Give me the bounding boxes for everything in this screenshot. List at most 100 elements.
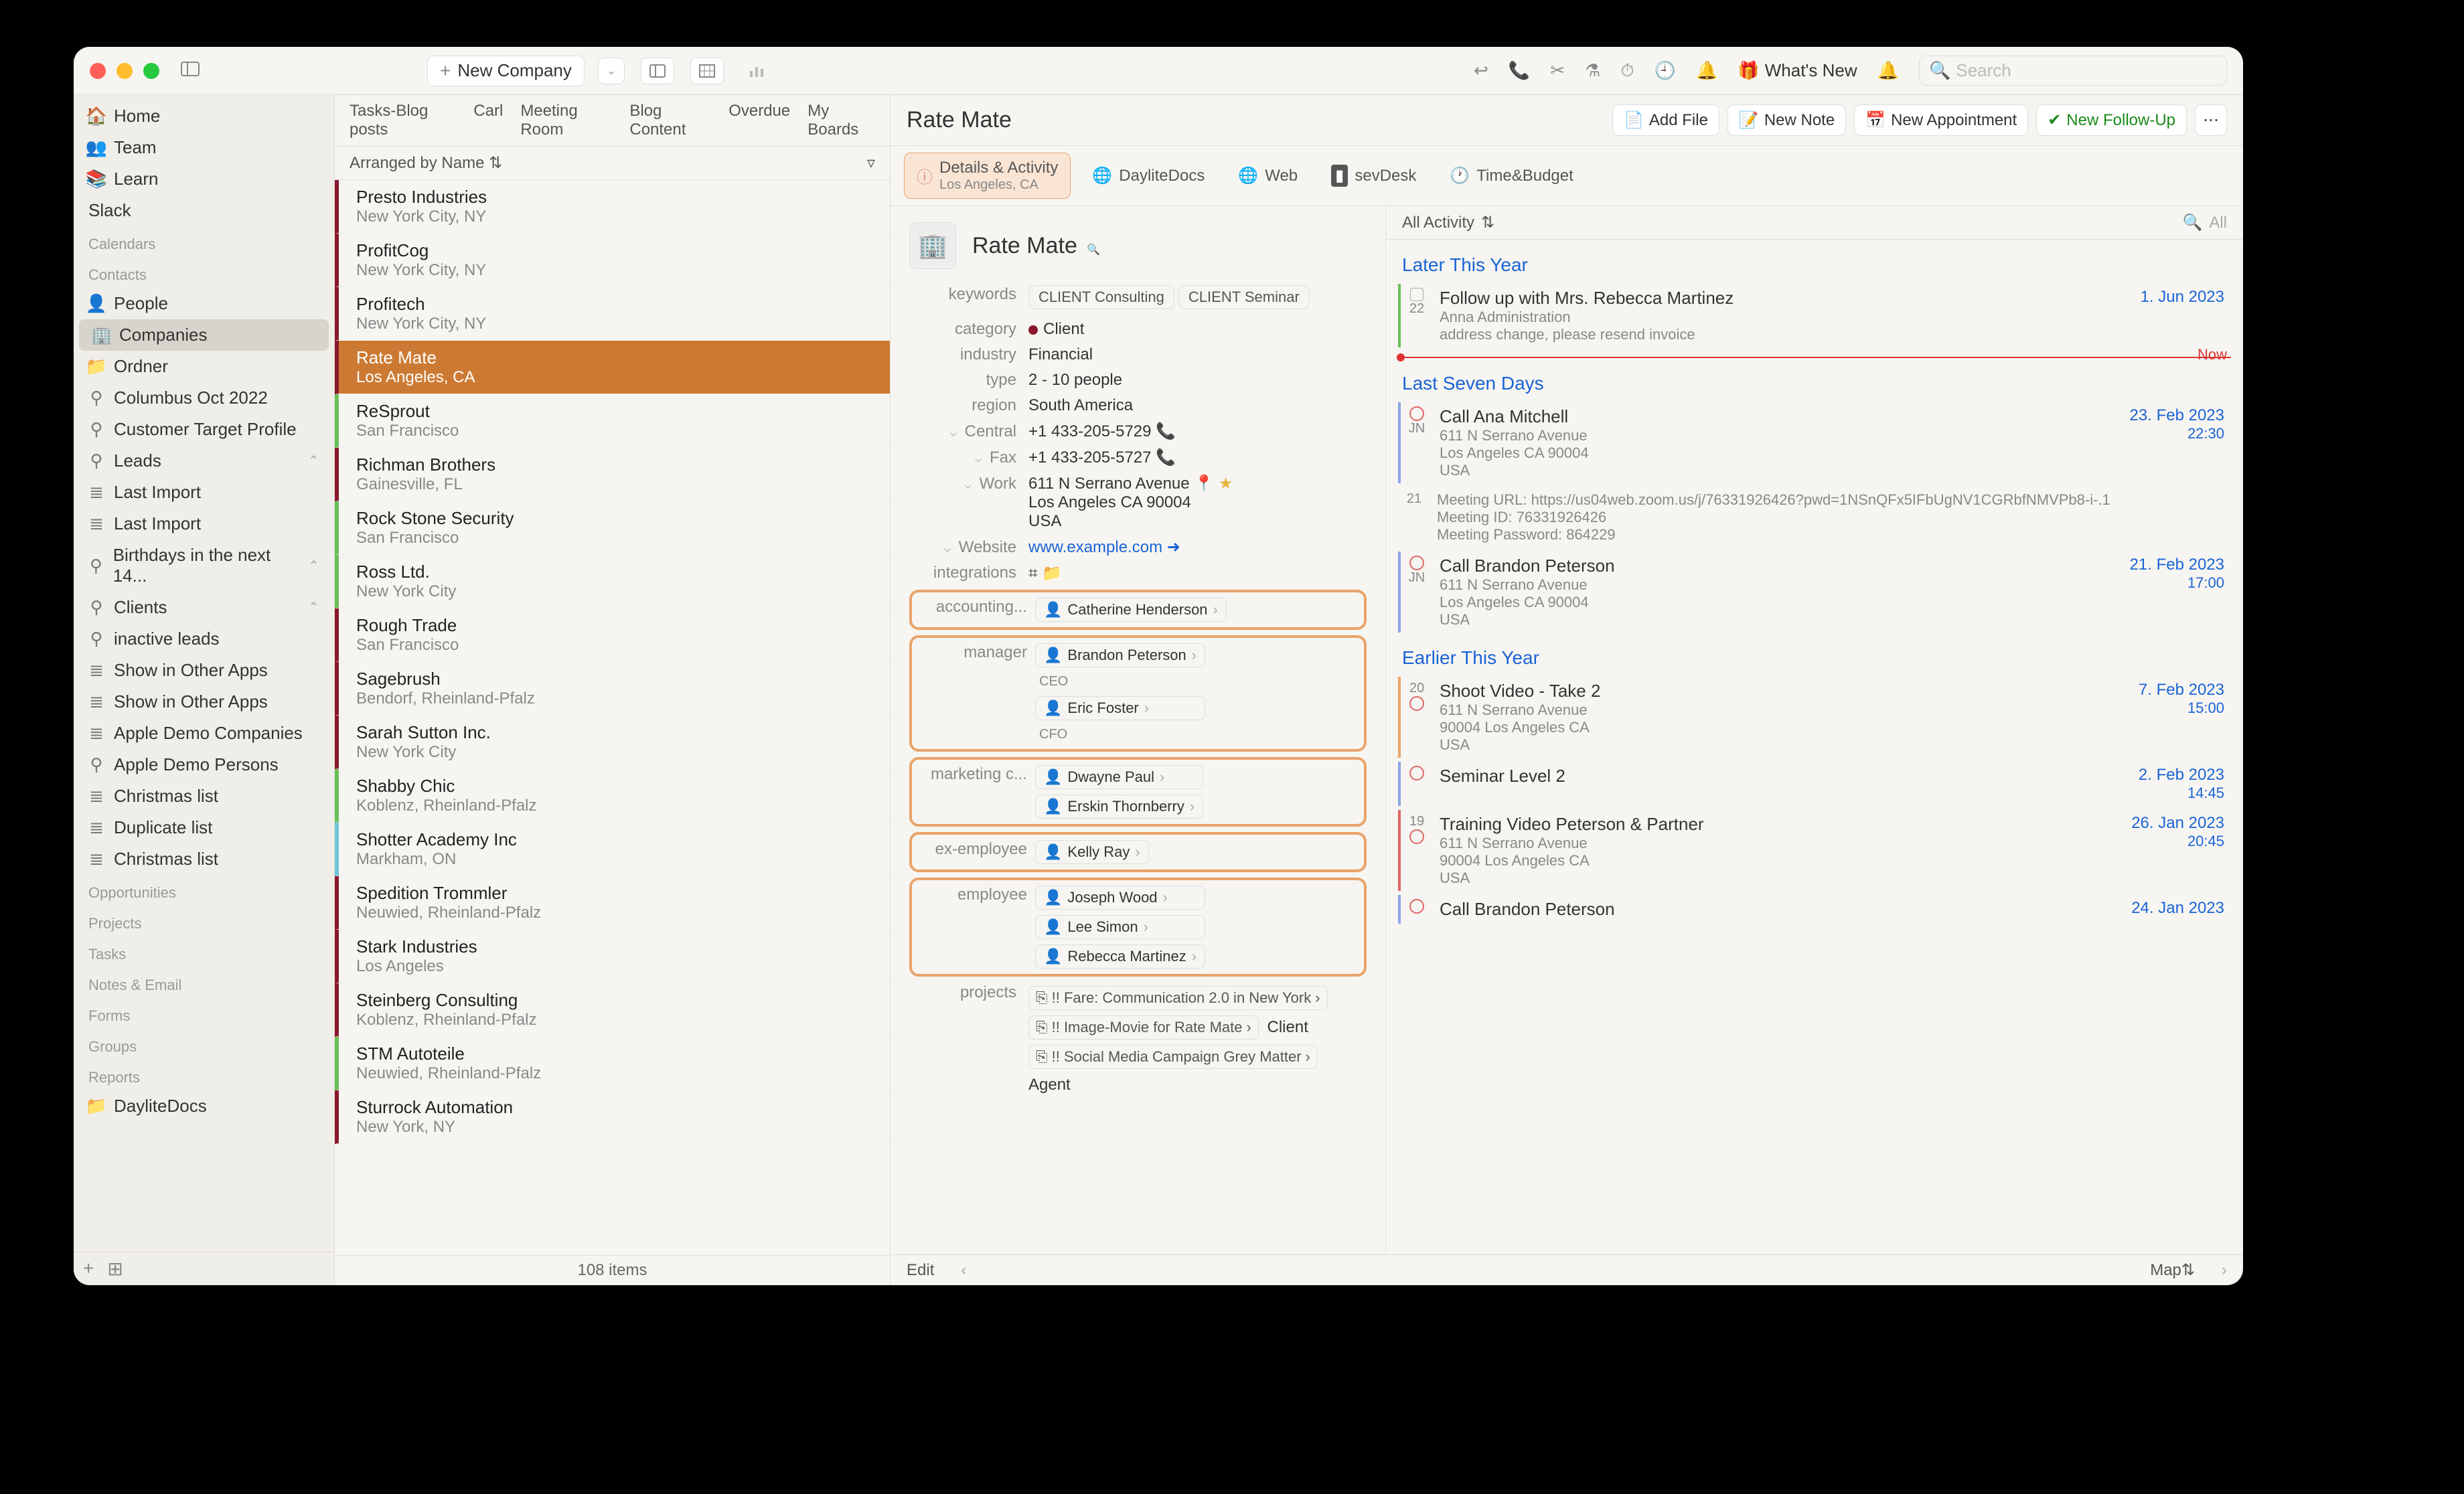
company-row[interactable]: Sturrock AutomationNew York, NY: [335, 1090, 890, 1144]
sidebar-item-companies[interactable]: 🏢Companies: [79, 319, 329, 351]
project-chip[interactable]: ⎘ !! Image-Movie for Rate Mate ›: [1028, 1015, 1259, 1040]
zoom-icon[interactable]: [143, 63, 159, 79]
company-row[interactable]: Stark IndustriesLos Angeles: [335, 930, 890, 983]
project-chip[interactable]: ⎘ !! Social Media Campaign Grey Matter ›: [1028, 1045, 1318, 1069]
person-chip[interactable]: 👤 Kelly Ray ›: [1035, 840, 1149, 864]
new-followup-button[interactable]: ✔New Follow-Up: [2036, 104, 2187, 136]
person-chip[interactable]: 👤 Joseph Wood ›: [1035, 886, 1205, 910]
map-toggle[interactable]: Map: [2150, 1261, 2181, 1280]
search-icon[interactable]: 🔍: [1087, 244, 1100, 256]
list-tab[interactable]: Blog Content: [629, 102, 711, 139]
sidebar-item-inactive[interactable]: ⚲inactive leads: [74, 623, 334, 655]
company-row[interactable]: STM AutoteileNeuwied, Rheinland-Pfalz: [335, 1037, 890, 1090]
person-chip[interactable]: 👤 Lee Simon ›: [1035, 915, 1205, 939]
sidebar-item-team[interactable]: 👥Team: [74, 132, 334, 163]
sidebar-item-dup[interactable]: ≣Duplicate list: [74, 812, 334, 843]
arranged-header[interactable]: Arranged by Name ⇅ ▿: [335, 147, 890, 180]
phone-icon[interactable]: 📞: [1156, 422, 1176, 440]
person-chip[interactable]: 👤 Brandon Peterson ›: [1035, 643, 1205, 667]
more-button[interactable]: ⋯: [2195, 104, 2227, 136]
view-table-icon[interactable]: [690, 58, 724, 84]
sidebar-head-tasks[interactable]: Tasks: [74, 936, 334, 967]
website-link[interactable]: www.example.com: [1028, 538, 1162, 556]
search-input[interactable]: 🔍 Search: [1919, 56, 2227, 86]
activity-item[interactable]: 20 Shoot Video - Take 2611 N Serrano Ave…: [1398, 677, 2231, 758]
sidebar-head-contacts[interactable]: Contacts: [74, 257, 334, 288]
tab-daylitedocs[interactable]: 🌐DayliteDocs: [1080, 153, 1217, 199]
activity-item[interactable]: 19 Training Video Peterson & Partner611 …: [1398, 810, 2231, 891]
back-icon[interactable]: ‹: [961, 1261, 966, 1280]
company-row[interactable]: Rough TradeSan Francisco: [335, 608, 890, 662]
activity-item[interactable]: Call Brandon Peterson 24. Jan 2023: [1398, 895, 2231, 924]
tab-timebudget[interactable]: 🕐Time&Budget: [1438, 153, 1585, 199]
sidebar-head-groups[interactable]: Groups: [74, 1029, 334, 1060]
tab-details[interactable]: ⓘ Details & ActivityLos Angeles, CA: [904, 153, 1071, 199]
chevron-down-icon[interactable]: ⇅: [1481, 213, 1494, 232]
sidebar-head-opportunities[interactable]: Opportunities: [74, 875, 334, 906]
list-tab[interactable]: Meeting Room: [520, 102, 612, 139]
sidebar-head-projects[interactable]: Projects: [74, 906, 334, 936]
bell-outline-icon[interactable]: 🔔: [1696, 60, 1717, 81]
open-icon[interactable]: ➜: [1167, 538, 1180, 556]
sidebar-item-applepers[interactable]: ⚲Apple Demo Persons: [74, 749, 334, 780]
checkbox-icon[interactable]: [1410, 288, 1423, 301]
company-row[interactable]: Shabby ChicKoblenz, Rheinland-Pfalz: [335, 769, 890, 823]
company-row[interactable]: Ross Ltd.New York City: [335, 555, 890, 608]
tab-web[interactable]: 🌐Web: [1226, 153, 1310, 199]
sidebar-item-xmas2[interactable]: ≣Christmas list: [74, 843, 334, 875]
sidebar-item-showother1[interactable]: ≣Show in Other Apps: [74, 655, 334, 686]
person-chip[interactable]: 👤 Dwayne Paul ›: [1035, 765, 1203, 789]
edit-button[interactable]: Edit: [907, 1261, 934, 1280]
sidebar-item-home[interactable]: 🏠Home: [74, 100, 334, 132]
list-tab[interactable]: My Boards: [807, 102, 875, 139]
view-card-icon[interactable]: [641, 58, 674, 84]
company-row[interactable]: Steinberg ConsultingKoblenz, Rheinland-P…: [335, 983, 890, 1037]
stopwatch-icon[interactable]: ⏱: [1620, 60, 1634, 82]
sidebar-item-learn[interactable]: 📚Learn: [74, 163, 334, 195]
folder-icon[interactable]: 📁: [1042, 564, 1062, 582]
new-dropdown-icon[interactable]: ⌄: [598, 58, 625, 84]
slack-icon[interactable]: ⌗: [1028, 564, 1038, 582]
company-row[interactable]: Presto IndustriesNew York City, NY: [335, 180, 890, 234]
sidebar-item-applecomp[interactable]: ≣Apple Demo Companies: [74, 718, 334, 749]
phone-cut-icon[interactable]: ✂: [1550, 60, 1565, 81]
keyword-pill[interactable]: CLIENT Seminar: [1178, 285, 1310, 309]
person-chip[interactable]: 👤 Rebecca Martinez ›: [1035, 944, 1205, 969]
activity-filter-label[interactable]: All Activity: [1402, 214, 1474, 232]
list-tab[interactable]: Tasks-Blog posts: [350, 102, 456, 139]
activity-item[interactable]: JN Call Ana Mitchell611 N Serrano Avenue…: [1398, 402, 2231, 483]
activity-item[interactable]: 22 Follow up with Mrs. Rebecca MartinezA…: [1398, 284, 2231, 347]
sidebar-item-lastimport2[interactable]: ≣Last Import: [74, 508, 334, 540]
company-row[interactable]: ProfitechNew York City, NY: [335, 287, 890, 341]
tab-sevdesk[interactable]: ▮sevDesk: [1319, 153, 1428, 199]
sidebar-item-birthdays[interactable]: ⚲Birthdays in the next 14...⌃: [74, 540, 334, 592]
close-icon[interactable]: [90, 63, 106, 79]
add-file-button[interactable]: 📄Add File: [1612, 104, 1719, 136]
sidebar-item-slack[interactable]: Slack: [74, 195, 334, 226]
undo-icon[interactable]: ↩: [1474, 60, 1488, 81]
sidebar-item-showother2[interactable]: ≣Show in Other Apps: [74, 686, 334, 718]
sidebar-item-clients[interactable]: ⚲Clients⌃: [74, 592, 334, 623]
person-chip[interactable]: 👤 Erskin Thornberry ›: [1035, 795, 1203, 819]
company-row[interactable]: Rate MateLos Angeles, CA: [335, 341, 890, 394]
sidebar-item-lastimport1[interactable]: ≣Last Import: [74, 477, 334, 508]
whats-new-button[interactable]: 🎁 What's New: [1738, 60, 1857, 81]
sidebar-item-ctp[interactable]: ⚲Customer Target Profile: [74, 414, 334, 445]
list-tab[interactable]: Carl: [473, 102, 503, 139]
clock-icon[interactable]: 🕘: [1654, 60, 1676, 81]
person-chip[interactable]: 👤 Catherine Henderson ›: [1035, 598, 1227, 622]
sidebar-head-forms[interactable]: Forms: [74, 998, 334, 1029]
company-row[interactable]: Spedition TrommlerNeuwied, Rheinland-Pfa…: [335, 876, 890, 930]
company-row[interactable]: ProfitCogNew York City, NY: [335, 234, 890, 287]
company-row[interactable]: Richman BrothersGainesville, FL: [335, 448, 890, 501]
list-tab[interactable]: Overdue: [728, 102, 790, 139]
chevron-down-icon[interactable]: ⇅: [2181, 1260, 2195, 1280]
new-company-button[interactable]: + New Company: [427, 56, 585, 86]
add-list-icon[interactable]: +: [83, 1258, 94, 1280]
activity-item[interactable]: JN Call Brandon Peterson611 N Serrano Av…: [1398, 552, 2231, 633]
company-row[interactable]: Sarah Sutton Inc.New York City: [335, 716, 890, 769]
company-row[interactable]: Rock Stone SecuritySan Francisco: [335, 501, 890, 555]
forward-icon[interactable]: ›: [2222, 1261, 2227, 1280]
sidebar-head-notes[interactable]: Notes & Email: [74, 967, 334, 998]
sidebar-item-ordner[interactable]: 📁Ordner: [74, 351, 334, 382]
